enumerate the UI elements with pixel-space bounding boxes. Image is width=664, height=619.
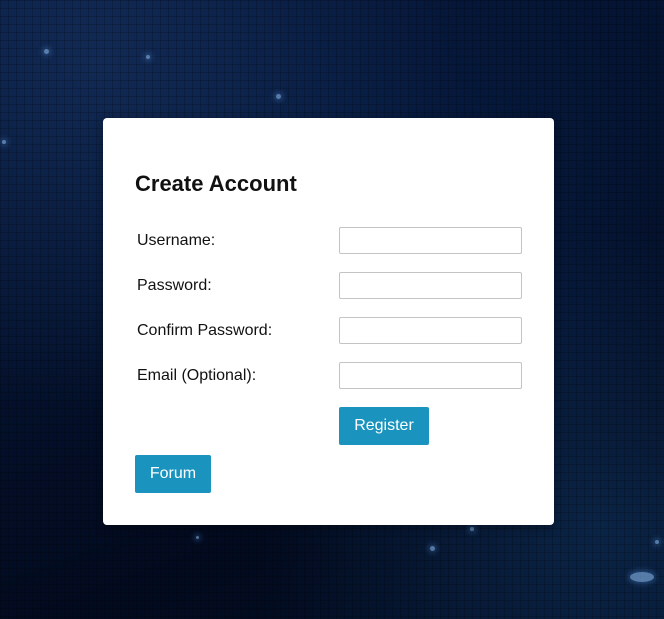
background-star <box>276 94 281 99</box>
password-input[interactable] <box>339 272 522 299</box>
background-star <box>430 546 435 551</box>
background-star <box>470 527 474 531</box>
password-row: Password: <box>137 272 523 300</box>
username-input[interactable] <box>339 227 522 254</box>
background-star <box>655 540 659 544</box>
background-star <box>44 49 49 54</box>
confirm-password-label: Confirm Password: <box>137 322 273 339</box>
email-input[interactable] <box>339 362 522 389</box>
register-button[interactable]: Register <box>339 407 429 445</box>
create-account-card: Create Account Username: Password: Confi… <box>103 118 554 525</box>
email-row: Email (Optional): <box>137 362 523 390</box>
form-title: Create Account <box>135 171 297 196</box>
confirm-password-row: Confirm Password: <box>137 317 523 345</box>
background-star <box>2 140 6 144</box>
email-label: Email (Optional): <box>137 367 257 384</box>
forum-button[interactable]: Forum <box>135 455 211 493</box>
background-star <box>146 55 150 59</box>
confirm-password-input[interactable] <box>339 317 522 344</box>
username-row: Username: <box>137 227 523 255</box>
username-label: Username: <box>137 232 216 249</box>
password-label: Password: <box>137 277 212 294</box>
background-star <box>630 572 654 582</box>
background-star <box>196 536 199 539</box>
